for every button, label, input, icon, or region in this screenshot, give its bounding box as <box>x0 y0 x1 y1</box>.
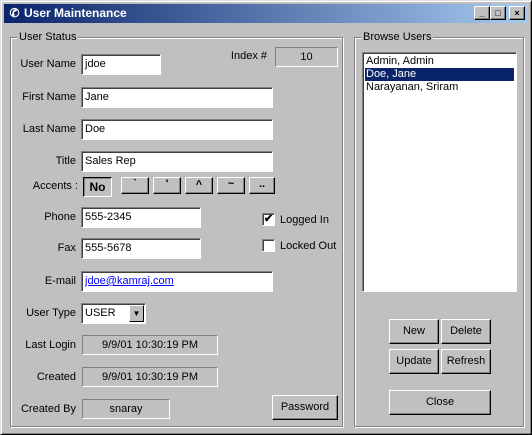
browse-users-group-label: Browse Users <box>361 30 434 44</box>
logged-in-label: Logged In <box>280 214 329 226</box>
phone-label: Phone <box>44 211 76 223</box>
window-title: User Maintenance <box>24 6 127 20</box>
refresh-button[interactable]: Refresh <box>441 349 491 374</box>
accent-none-button[interactable]: No <box>83 177 112 197</box>
last-name-label: Last Name <box>22 123 76 135</box>
delete-button[interactable]: Delete <box>441 319 491 344</box>
user-type-select[interactable]: USER ▼ <box>81 303 146 324</box>
checkmark-icon: ✔ <box>263 213 274 225</box>
accent-umlaut-button[interactable]: .. <box>249 177 275 194</box>
created-by-value: snaray <box>82 399 170 419</box>
last-login-value: 9/9/01 10:30:19 PM <box>82 335 218 355</box>
logged-in-checkbox[interactable]: ✔ <box>262 213 275 226</box>
user-status-group-label: User Status <box>17 30 79 44</box>
maximize-button[interactable]: □ <box>490 6 506 20</box>
app-icon: ✆ <box>9 6 20 20</box>
username-label: User Name <box>20 58 76 70</box>
accents-label: Accents : <box>32 180 78 192</box>
index-label: Index # <box>230 50 267 62</box>
user-list-item-narayanan[interactable]: Narayanan, Sriram <box>365 81 514 94</box>
fax-field[interactable]: 555-5678 <box>81 238 201 259</box>
dropdown-arrow-icon[interactable]: ▼ <box>129 305 144 322</box>
close-window-button[interactable]: × <box>509 6 525 20</box>
users-listbox[interactable]: Admin, Admin Doe, Jane Narayanan, Sriram <box>362 52 517 292</box>
password-button[interactable]: Password <box>272 395 338 420</box>
created-by-label: Created By <box>20 403 76 415</box>
title-field[interactable]: Sales Rep <box>81 151 273 172</box>
user-list-item-doe[interactable]: Doe, Jane <box>365 68 514 81</box>
index-value: 10 <box>275 47 338 67</box>
last-login-label: Last Login <box>25 339 76 351</box>
phone-field[interactable]: 555-2345 <box>81 207 201 228</box>
username-field[interactable]: jdoe <box>81 54 161 75</box>
email-link[interactable]: jdoe@kamraj.com <box>85 275 174 287</box>
minimize-button[interactable]: _ <box>474 6 490 20</box>
accent-grave-button[interactable]: ` <box>121 177 149 194</box>
created-value: 9/9/01 10:30:19 PM <box>82 367 218 387</box>
user-type-value: USER <box>85 307 116 319</box>
fax-label: Fax <box>57 242 76 254</box>
email-field[interactable]: jdoe@kamraj.com <box>81 271 273 292</box>
locked-out-label: Locked Out <box>280 240 337 252</box>
user-type-label: User Type <box>26 307 76 319</box>
title-bar[interactable]: ✆ User Maintenance _ □ × <box>4 4 528 23</box>
accent-acute-button[interactable]: ' <box>153 177 181 194</box>
new-button[interactable]: New <box>389 319 439 344</box>
locked-out-checkbox[interactable] <box>262 239 275 252</box>
user-list-item-admin[interactable]: Admin, Admin <box>365 55 514 68</box>
created-label: Created <box>36 371 76 383</box>
first-name-field[interactable]: Jane <box>81 87 273 108</box>
first-name-label: First Name <box>22 91 76 103</box>
accent-circumflex-button[interactable]: ^ <box>185 177 213 194</box>
accent-tilde-button[interactable]: ~ <box>217 177 245 194</box>
title-label: Title <box>55 155 76 167</box>
email-label: E-mail <box>44 275 76 287</box>
close-button[interactable]: Close <box>389 390 491 415</box>
last-name-field[interactable]: Doe <box>81 119 273 140</box>
user-maintenance-window: ✆ User Maintenance _ □ × User Status Use… <box>0 0 532 435</box>
update-button[interactable]: Update <box>389 349 439 374</box>
